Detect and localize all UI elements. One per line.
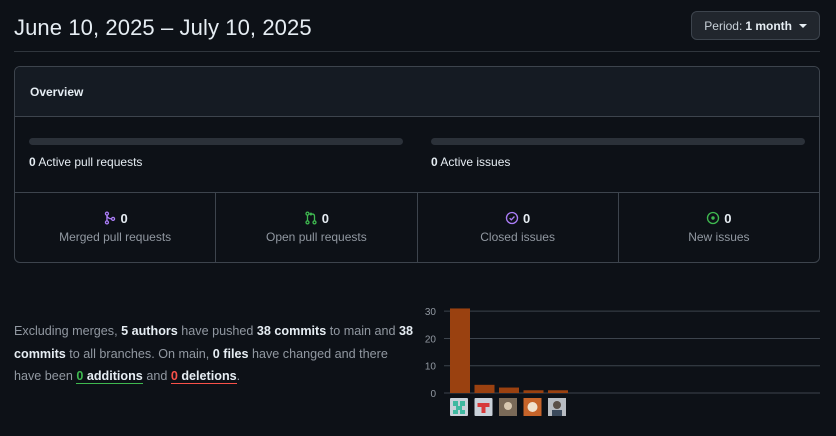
active-issues: 0 Active issues — [431, 138, 805, 169]
pull-requests-progress-bar — [29, 138, 403, 145]
summary-text-7: . — [236, 369, 241, 383]
identicon-block — [453, 410, 458, 414]
date-range-title: June 10, 2025 – July 10, 2025 — [14, 15, 312, 40]
closed-issues-label: Closed issues — [480, 230, 555, 244]
dog-face — [527, 402, 538, 412]
summary-text-6: and — [142, 369, 171, 383]
stat-closed-issues[interactable]: 0 Closed issues — [418, 193, 619, 262]
active-issues-label: Active issues — [440, 155, 511, 169]
issues-progress-bar — [431, 138, 805, 145]
period-value: 1 month — [745, 18, 792, 33]
deletions-count: 0 — [170, 369, 178, 383]
deletions-label: deletions — [177, 369, 237, 383]
period-label: Period: — [704, 18, 743, 33]
new-issues-count: 0 — [724, 210, 732, 226]
active-pull-requests-label: Active pull requests — [38, 155, 143, 169]
additions-label: additions — [83, 369, 143, 383]
closed-issues-count: 0 — [523, 210, 531, 226]
stat-new-issues[interactable]: 0 New issues — [619, 193, 819, 262]
header: June 10, 2025 – July 10, 2025 Period: 1 … — [14, 0, 820, 52]
summary-text-3: to main and — [326, 324, 400, 338]
photo-face — [504, 402, 512, 410]
open-pull-requests-label: Open pull requests — [266, 230, 367, 244]
active-pull-requests: 0 Active pull requests — [29, 138, 403, 169]
issue-opened-icon — [707, 211, 720, 225]
period-dropdown-button[interactable]: Period: 1 month — [691, 11, 820, 40]
identicon-block — [460, 401, 465, 406]
identicon-block — [456, 406, 462, 410]
stat-open-pull-requests[interactable]: 0 Open pull requests — [216, 193, 418, 262]
bar-1 — [450, 308, 470, 393]
authors-count: 5 authors — [121, 324, 178, 338]
commits-by-author-chart: 0 10 20 30 — [425, 307, 820, 416]
git-pull-request-icon — [305, 211, 317, 225]
files-changed-count: 0 files — [212, 346, 249, 361]
new-issues-label: New issues — [688, 230, 750, 244]
y-tick-label: 10 — [425, 362, 437, 373]
person-head — [553, 401, 561, 409]
identicon-block — [453, 401, 458, 406]
logo-shape — [477, 403, 490, 407]
merged-pull-requests-label: Merged pull requests — [59, 230, 172, 244]
summary-text-4: to all branches. On main, — [65, 346, 213, 361]
commits-main-count: 38 commits — [256, 324, 327, 338]
active-pull-requests-text[interactable]: 0 Active pull requests — [29, 155, 403, 169]
active-pull-requests-count: 0 — [29, 155, 36, 169]
stat-merged-pull-requests[interactable]: 0 Merged pull requests — [15, 193, 217, 262]
issue-closed-icon — [505, 211, 519, 225]
y-tick-label: 0 — [430, 389, 436, 400]
overview-title: Overview — [15, 67, 819, 117]
open-pull-requests-count: 0 — [321, 210, 329, 226]
summary-text-1: Excluding merges, — [14, 324, 122, 338]
merged-pull-requests-count: 0 — [120, 210, 128, 226]
logo-shape — [481, 407, 486, 413]
overview-panel: Overview 0 Active pull requests 0 Active… — [14, 66, 820, 263]
person-body — [552, 410, 562, 416]
active-issues-text[interactable]: 0 Active issues — [431, 155, 805, 169]
overview-bars: 0 Active pull requests 0 Active issues — [15, 117, 819, 193]
caret-down-icon — [799, 23, 807, 28]
bar-5 — [548, 390, 568, 393]
deletions-link[interactable]: 0 deletions — [170, 369, 237, 384]
commit-summary: Excluding merges, 5 authors have pushed … — [14, 320, 418, 388]
git-merge-icon — [104, 211, 115, 225]
active-issues-count: 0 — [431, 155, 438, 169]
additions-link[interactable]: 0 additions — [76, 369, 143, 384]
y-tick-label: 30 — [425, 307, 437, 318]
y-tick-label: 20 — [425, 334, 437, 345]
identicon-block — [460, 410, 465, 414]
summary-text-2: have pushed — [177, 324, 257, 338]
bar-2 — [474, 384, 495, 393]
bar-4 — [523, 390, 544, 393]
bar-3 — [499, 387, 519, 393]
overview-stats: 0 Merged pull requests 0 Open pull reque… — [15, 193, 819, 262]
